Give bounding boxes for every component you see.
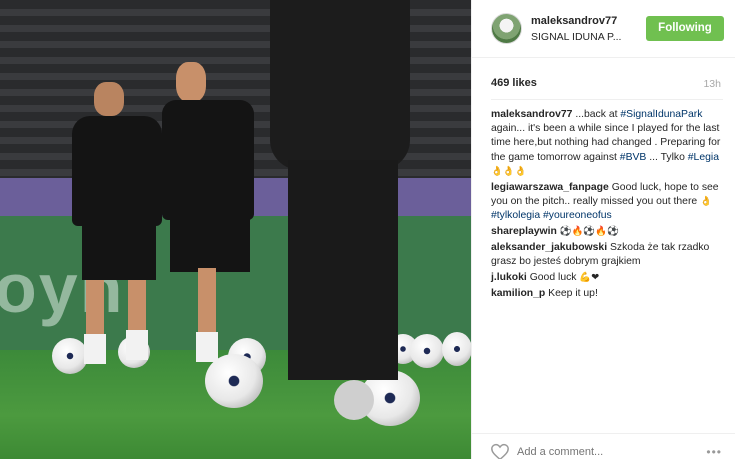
caption-text: ...back at bbox=[572, 109, 621, 120]
caption: maleksandrov77 ...back at #SignalIdunaPa… bbox=[491, 108, 725, 179]
add-comment-input[interactable] bbox=[517, 444, 687, 459]
football-fire-emoji: ⚽🔥⚽🔥⚽ bbox=[559, 226, 619, 237]
avatar[interactable] bbox=[491, 13, 522, 44]
comment-item: j.lukoki Good luck 💪❤ bbox=[491, 271, 725, 285]
comment-text: Keep it up! bbox=[545, 287, 598, 299]
post-time[interactable]: 13h bbox=[703, 78, 721, 90]
football bbox=[442, 332, 471, 366]
hashtag-link[interactable]: #BVB bbox=[620, 152, 647, 163]
muscle-heart-emoji: 💪❤ bbox=[579, 271, 600, 283]
comment-username[interactable]: shareplaywin bbox=[491, 226, 557, 237]
caption-text: ... Tylko bbox=[646, 151, 688, 163]
comment-username[interactable]: j.lukoki bbox=[491, 272, 527, 283]
comment-bar: ••• bbox=[472, 433, 735, 459]
comment-item: kamilion_p Keep it up! bbox=[491, 287, 725, 301]
heart-icon[interactable] bbox=[490, 443, 510, 459]
coach-foreground bbox=[258, 0, 418, 430]
player-left bbox=[66, 82, 176, 372]
ok-hand-emoji: 👌👌👌 bbox=[491, 165, 527, 177]
hashtag-link[interactable]: #Legia bbox=[688, 152, 719, 163]
post-photo[interactable]: oyn bbox=[0, 0, 471, 459]
more-options-icon[interactable]: ••• bbox=[706, 445, 722, 459]
post-header: maleksandrov77 SIGNAL IDUNA P... Followi… bbox=[472, 0, 735, 58]
divider bbox=[491, 99, 723, 100]
following-button[interactable]: Following bbox=[646, 16, 724, 41]
comment-username[interactable]: legiawarszawa_fanpage bbox=[491, 182, 609, 193]
comment-item: aleksander_jakubowski Szkoda że tak rzad… bbox=[491, 241, 725, 269]
comments-list: maleksandrov77 ...back at #SignalIdunaPa… bbox=[491, 108, 725, 303]
caption-username[interactable]: maleksandrov77 bbox=[491, 109, 572, 120]
ok-hand-emoji: 👌 bbox=[700, 195, 712, 207]
post-username[interactable]: maleksandrov77 bbox=[531, 15, 617, 27]
hashtag-link[interactable]: #youreoneofus bbox=[543, 210, 612, 221]
post-location[interactable]: SIGNAL IDUNA P... bbox=[531, 31, 621, 43]
comment-item: legiawarszawa_fanpage Good luck, hope to… bbox=[491, 181, 725, 224]
comment-username[interactable]: kamilion_p bbox=[491, 288, 545, 299]
post-sidebar: maleksandrov77 SIGNAL IDUNA P... Followi… bbox=[471, 0, 735, 459]
likes-count[interactable]: 469 likes bbox=[491, 77, 537, 89]
hashtag-link[interactable]: #SignalIdunaPark bbox=[620, 109, 702, 120]
player-center bbox=[162, 62, 262, 372]
comment-username[interactable]: aleksander_jakubowski bbox=[491, 242, 607, 253]
hashtag-link[interactable]: #tylkolegia bbox=[491, 210, 540, 221]
comment-text: Good luck bbox=[526, 271, 580, 283]
comment-item: shareplaywin ⚽🔥⚽🔥⚽ bbox=[491, 225, 725, 239]
